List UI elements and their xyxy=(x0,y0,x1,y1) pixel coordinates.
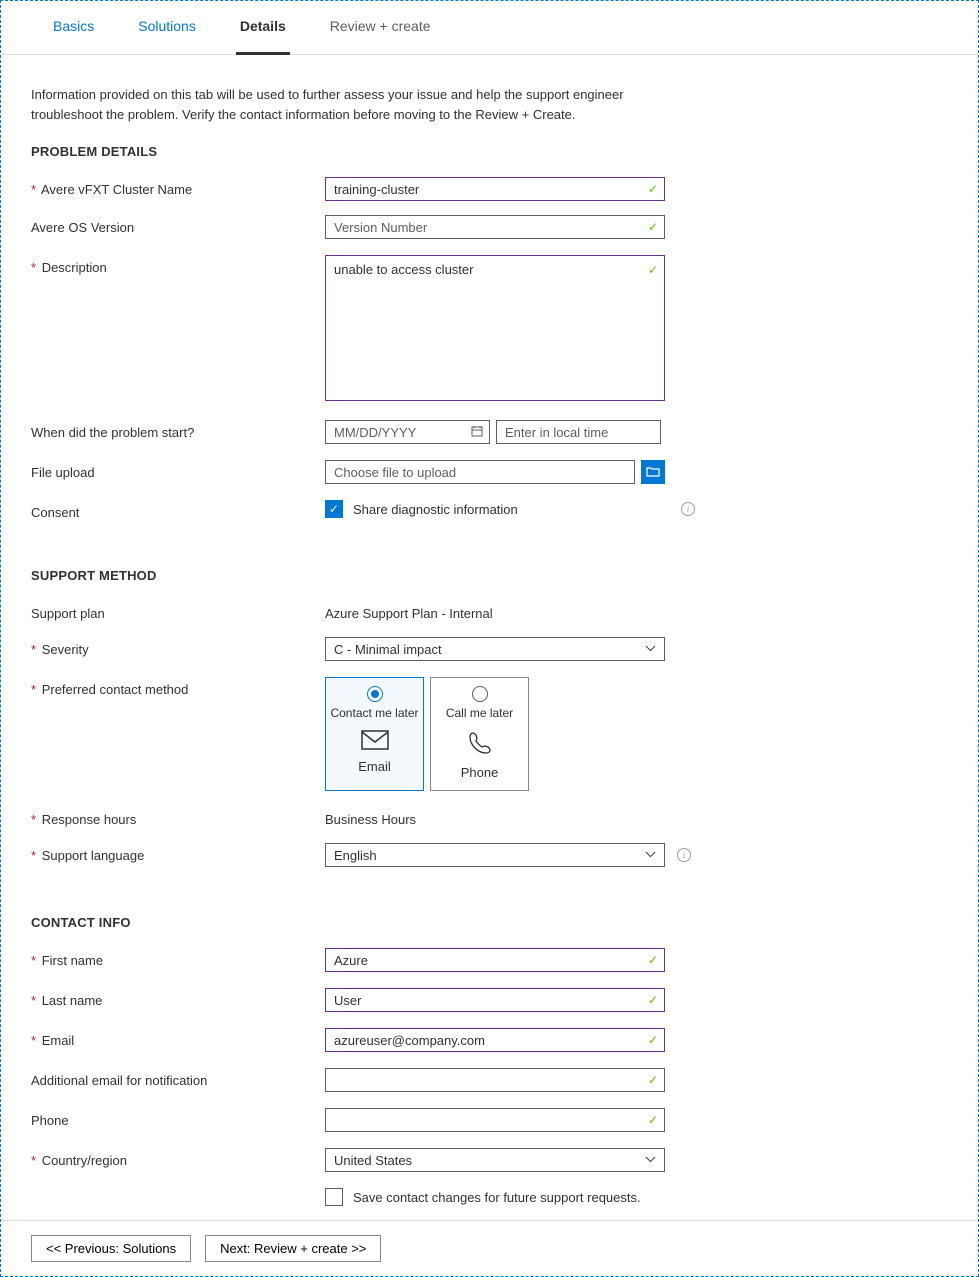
time-input[interactable] xyxy=(496,420,661,444)
file-upload-input[interactable]: Choose file to upload xyxy=(325,460,635,484)
tabs-bar: Basics Solutions Details Review + create xyxy=(1,1,978,55)
form-scroll[interactable]: Information provided on this tab will be… xyxy=(1,55,978,1220)
contact-method-phone[interactable]: Call me later Phone xyxy=(430,677,529,791)
response-hours-value: Business Hours xyxy=(325,807,416,827)
email-icon xyxy=(361,730,389,753)
label-country: Country/region xyxy=(42,1153,127,1168)
label-os: Avere OS Version xyxy=(31,220,134,235)
contact-method-email[interactable]: Contact me later Email xyxy=(325,677,424,791)
label-file: File upload xyxy=(31,465,95,480)
previous-button[interactable]: << Previous: Solutions xyxy=(31,1235,191,1262)
chevron-down-icon xyxy=(645,641,656,656)
label-plan: Support plan xyxy=(31,606,105,621)
label-desc: Description xyxy=(42,260,107,275)
label-addl: Additional email for notification xyxy=(31,1073,207,1088)
chevron-down-icon xyxy=(645,847,656,862)
check-icon: ✓ xyxy=(329,503,339,515)
radio-icon xyxy=(367,686,383,702)
label-first: First name xyxy=(42,953,103,968)
footer-bar: << Previous: Solutions Next: Review + cr… xyxy=(1,1220,978,1276)
country-select[interactable]: United States xyxy=(325,1148,665,1172)
label-severity: Severity xyxy=(42,642,89,657)
label-hours: Response hours xyxy=(42,812,137,827)
label-phone: Phone xyxy=(31,1113,69,1128)
label-when: When did the problem start? xyxy=(31,425,194,440)
label-email: Email xyxy=(42,1033,75,1048)
section-problem-details: PROBLEM DETAILS xyxy=(31,144,952,159)
description-textarea[interactable]: unable to access cluster xyxy=(325,255,665,401)
support-plan-value: Azure Support Plan - Internal xyxy=(325,601,493,621)
additional-email-input[interactable] xyxy=(325,1068,665,1092)
severity-select[interactable]: C - Minimal impact xyxy=(325,637,665,661)
os-version-input[interactable] xyxy=(325,215,665,239)
file-browse-button[interactable] xyxy=(641,460,665,484)
save-contact-label: Save contact changes for future support … xyxy=(353,1190,641,1205)
tab-details[interactable]: Details xyxy=(236,1,290,55)
phone-input[interactable] xyxy=(325,1108,665,1132)
consent-checkbox[interactable]: ✓ xyxy=(325,500,343,518)
cluster-name-input[interactable] xyxy=(325,177,665,201)
section-support-method: SUPPORT METHOD xyxy=(31,568,952,583)
email-input[interactable] xyxy=(325,1028,665,1052)
chevron-down-icon xyxy=(645,1152,656,1167)
consent-label: Share diagnostic information xyxy=(353,502,518,517)
tab-review[interactable]: Review + create xyxy=(326,1,435,55)
tab-basics[interactable]: Basics xyxy=(49,1,98,55)
label-consent: Consent xyxy=(31,505,79,520)
label-method: Preferred contact method xyxy=(42,682,189,697)
first-name-input[interactable] xyxy=(325,948,665,972)
section-contact-info: CONTACT INFO xyxy=(31,915,952,930)
info-icon[interactable]: i xyxy=(681,502,695,516)
intro-text: Information provided on this tab will be… xyxy=(31,85,671,124)
info-icon[interactable]: i xyxy=(677,848,691,862)
language-select[interactable]: English xyxy=(325,843,665,867)
label-last: Last name xyxy=(42,993,103,1008)
label-lang: Support language xyxy=(42,848,145,863)
folder-icon xyxy=(646,465,660,480)
label-cluster: Avere vFXT Cluster Name xyxy=(41,182,192,197)
phone-icon xyxy=(467,730,493,759)
date-input[interactable] xyxy=(325,420,490,444)
last-name-input[interactable] xyxy=(325,988,665,1012)
save-contact-checkbox[interactable] xyxy=(325,1188,343,1206)
next-button[interactable]: Next: Review + create >> xyxy=(205,1235,381,1262)
tab-solutions[interactable]: Solutions xyxy=(134,1,200,55)
radio-icon xyxy=(472,686,488,702)
